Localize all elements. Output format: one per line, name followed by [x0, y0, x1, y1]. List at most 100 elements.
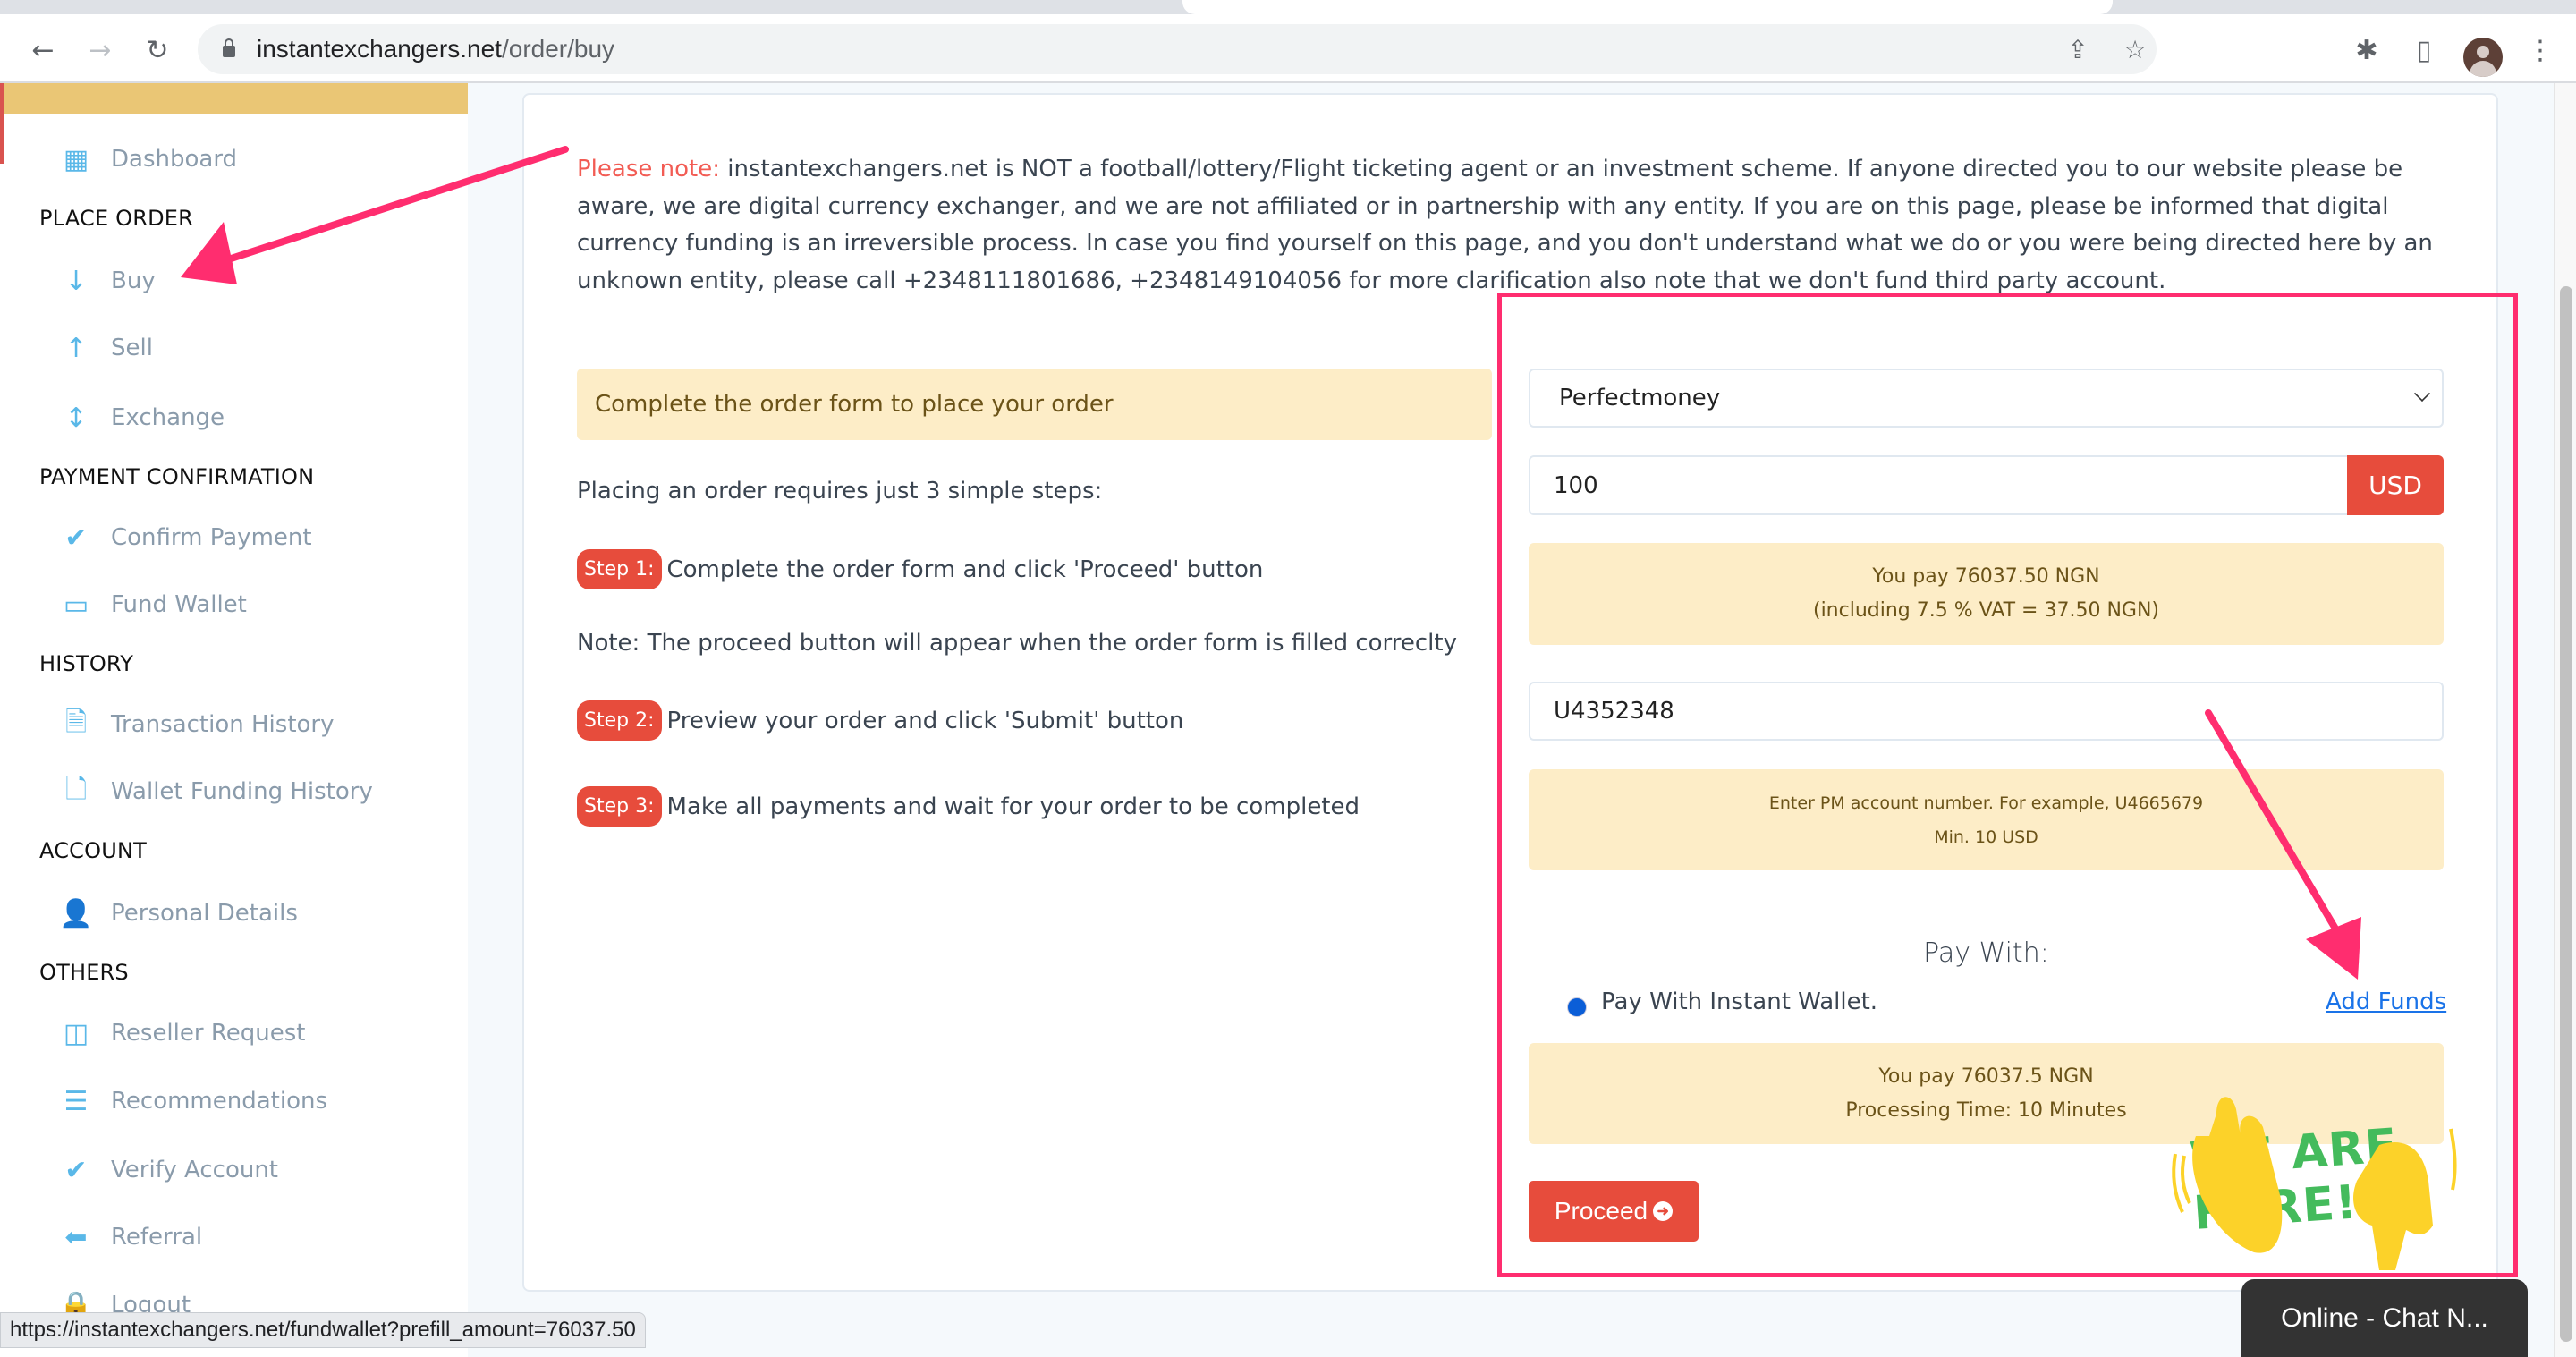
- instant-wallet-radio[interactable]: [1567, 997, 1587, 1017]
- link-status-bar: https://instantexchangers.net/fundwallet…: [0, 1312, 646, 1348]
- step-2: Step 2: Preview your order and click 'Su…: [577, 700, 1183, 741]
- notice-label: Please note:: [577, 156, 720, 182]
- sidebar-item-transaction-history[interactable]: 🗎 Transaction History: [54, 705, 447, 744]
- arrows-vertical-icon: ↕: [64, 402, 88, 434]
- arrow-circle-right-icon: ➜: [1653, 1201, 1674, 1221]
- check-icon: ✔: [64, 522, 88, 554]
- proceed-note: Note: The proceed button will appear whe…: [577, 630, 1457, 657]
- amount-value: 100: [1554, 471, 1598, 499]
- sidebar-item-label: Referral: [111, 1224, 203, 1251]
- proceed-button-label: Proceed: [1554, 1197, 1648, 1225]
- pm-account-value: U4352348: [1554, 698, 1674, 725]
- payment-amount-alert: You pay 76037.50 NGN (including 7.5 % VA…: [1529, 543, 2444, 645]
- share-icon[interactable]: ⇪: [2063, 35, 2092, 64]
- sidebar-item-label: Dashboard: [111, 146, 238, 173]
- browser-menu-icon[interactable]: ⋮: [2524, 34, 2556, 66]
- forward-icon[interactable]: →: [84, 34, 116, 66]
- sidebar-item-reseller-request[interactable]: ◫ Reseller Request: [54, 1014, 447, 1053]
- arrow-left-icon: ⬅: [64, 1221, 88, 1253]
- back-icon[interactable]: ←: [27, 34, 59, 66]
- url-text[interactable]: instantexchangers.net/order/buy: [257, 35, 614, 64]
- active-tab[interactable]: [1182, 0, 2113, 14]
- page-scrollbar[interactable]: [2554, 83, 2576, 1357]
- minimum-amount-line: Min. 10 USD: [1934, 827, 2038, 847]
- step-3-badge: Step 3:: [577, 786, 662, 827]
- user-icon: 👤: [59, 897, 93, 929]
- order-info-alert-text: Complete the order form to place your or…: [595, 391, 1114, 418]
- sidebar-section-others: OTHERS: [39, 960, 129, 985]
- sidebar-section-account: ACCOUNT: [39, 838, 147, 863]
- steps-intro: Placing an order requires just 3 simple …: [577, 478, 1103, 505]
- sidebar-item-dashboard[interactable]: ▦ Dashboard: [54, 140, 447, 179]
- url-path: /order/buy: [501, 35, 615, 63]
- profile-avatar[interactable]: [2463, 38, 2503, 77]
- sidebar-item-personal-details[interactable]: 👤 Personal Details: [54, 894, 447, 933]
- chevron-down-icon: [2413, 385, 2431, 403]
- document-icon: 🗎: [64, 706, 88, 738]
- processing-time-line: Processing Time: 10 Minutes: [1845, 1098, 2127, 1122]
- currency-select-value: Perfectmoney: [1559, 385, 1721, 411]
- side-panel-icon[interactable]: ▯: [2408, 34, 2440, 66]
- arrow-up-icon: ↑: [64, 332, 88, 364]
- sidebar-item-label: Reseller Request: [111, 1020, 306, 1047]
- scrollbar-thumb[interactable]: [2560, 286, 2572, 1342]
- account-hint-line: Enter PM account number. For example, U4…: [1768, 793, 2204, 813]
- add-funds-link[interactable]: Add Funds: [2326, 988, 2446, 1015]
- sidebar-item-label: Personal Details: [111, 900, 298, 927]
- pm-account-input[interactable]: U4352348: [1529, 682, 2444, 741]
- lock-icon[interactable]: [223, 38, 235, 58]
- sidebar-brand-bar: [0, 83, 468, 114]
- sidebar-item-sell[interactable]: ↑ Sell: [54, 328, 447, 368]
- live-chat-widget[interactable]: Online - Chat N...: [2241, 1279, 2528, 1357]
- arrow-down-icon: ↓: [64, 265, 88, 297]
- step-1-badge: Step 1:: [577, 549, 662, 589]
- step-3-text: Make all payments and wait for your orde…: [666, 793, 1360, 820]
- amount-currency-addon: USD: [2347, 455, 2444, 515]
- sidebar-item-label: Exchange: [111, 404, 225, 431]
- amount-input[interactable]: 100: [1529, 455, 2347, 515]
- sidebar-item-referral[interactable]: ⬅ Referral: [54, 1217, 447, 1257]
- sidebar-item-label: Fund Wallet: [111, 591, 247, 618]
- sidebar-item-label: Wallet Funding History: [111, 778, 373, 805]
- step-1: Step 1: Complete the order form and clic…: [577, 549, 1263, 589]
- notice-text: instantexchangers.net is NOT a football/…: [577, 156, 2433, 294]
- browser-toolbar: ← → ↻ instantexchangers.net/order/buy ⇪ …: [0, 14, 2576, 83]
- reload-icon[interactable]: ↻: [141, 34, 174, 66]
- sidebar-section-payment-confirmation: PAYMENT CONFIRMATION: [39, 464, 315, 489]
- order-info-alert: Complete the order form to place your or…: [577, 369, 1492, 440]
- sidebar-item-recommendations[interactable]: ☰ Recommendations: [54, 1081, 447, 1121]
- sidebar-item-label: Transaction History: [111, 711, 335, 738]
- address-bar[interactable]: instantexchangers.net/order/buy ⇪ ☆: [198, 24, 2157, 74]
- instant-wallet-label[interactable]: Pay With Instant Wallet.: [1601, 988, 1877, 1015]
- sidebar-item-verify-account[interactable]: ✔ Verify Account: [54, 1150, 447, 1190]
- sidebar-edge-stripe: [0, 83, 4, 164]
- sidebar-item-label: Sell: [111, 335, 153, 361]
- step-2-text: Preview your order and click 'Submit' bu…: [666, 707, 1184, 734]
- bookmark-star-icon[interactable]: ☆: [2121, 35, 2149, 64]
- credit-card-icon: ▭: [63, 589, 89, 621]
- sidebar-item-exchange[interactable]: ↕ Exchange: [54, 398, 447, 437]
- payment-amount-line: You pay 76037.50 NGN: [1872, 565, 2100, 588]
- notice-paragraph: Please note: instantexchangers.net is NO…: [577, 151, 2455, 300]
- sidebar-item-fund-wallet[interactable]: ▭ Fund Wallet: [54, 585, 447, 624]
- pay-with-heading: Pay With:: [1923, 937, 2049, 969]
- file-icon: 🗋: [64, 773, 88, 805]
- proceed-button[interactable]: Proceed ➜: [1529, 1181, 1699, 1242]
- currency-select[interactable]: Perfectmoney: [1529, 369, 2444, 428]
- sidebar-item-label: Buy: [111, 267, 156, 294]
- sidebar-item-buy[interactable]: ↓ Buy: [54, 261, 447, 301]
- extensions-icon[interactable]: ✱: [2351, 34, 2383, 66]
- sidebar-item-label: Recommendations: [111, 1088, 328, 1115]
- grid-icon: ▦: [63, 143, 89, 175]
- sidebar-item-confirm-payment[interactable]: ✔ Confirm Payment: [54, 518, 447, 557]
- sidebar-item-label: Confirm Payment: [111, 524, 312, 551]
- sidebar: ▦ Dashboard PLACE ORDER ↓ Buy ↑ Sell ↕ Exchange P…: [0, 83, 468, 1357]
- page-content: ▦ Dashboard PLACE ORDER ↓ Buy ↑ Sell ↕ Exchange P…: [0, 83, 2554, 1357]
- browser-tab-strip: [0, 0, 2576, 14]
- sidebar-item-wallet-funding-history[interactable]: 🗋 Wallet Funding History: [54, 772, 447, 811]
- step-1-text: Complete the order form and click 'Proce…: [666, 556, 1264, 583]
- summary-amount-line: You pay 76037.5 NGN: [1878, 1064, 2094, 1088]
- step-2-badge: Step 2:: [577, 700, 662, 741]
- sidebar-item-label: Verify Account: [111, 1157, 279, 1183]
- step-3: Step 3: Make all payments and wait for y…: [577, 786, 1360, 827]
